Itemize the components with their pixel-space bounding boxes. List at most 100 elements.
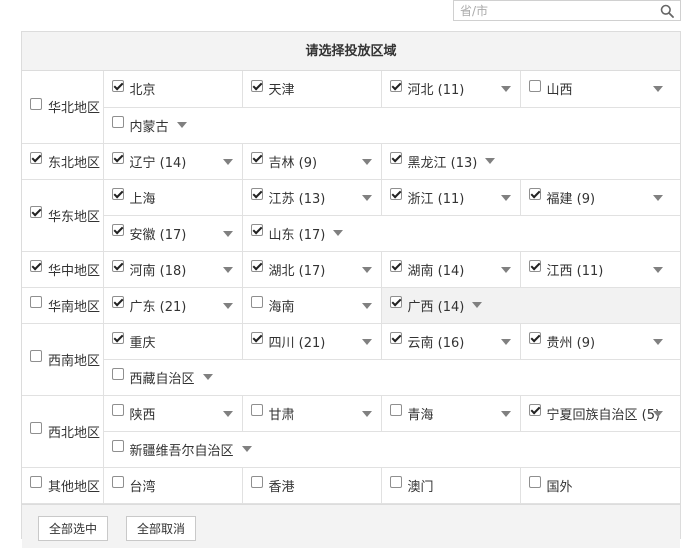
province-checkbox[interactable] (250, 260, 263, 272)
province-item[interactable]: 上海 (104, 180, 243, 215)
dropdown-arrow-icon[interactable] (361, 158, 372, 165)
province-checkbox[interactable] (528, 188, 541, 200)
province-checkbox[interactable] (389, 332, 402, 344)
region-item[interactable]: 华中地区 (22, 252, 103, 287)
select-all-button[interactable]: 全部选中 (38, 515, 109, 541)
province-checkbox[interactable] (389, 260, 402, 272)
region-checkbox[interactable] (30, 97, 42, 110)
deselect-all-button[interactable]: 全部取消 (126, 515, 197, 541)
province-checkbox[interactable] (389, 188, 402, 200)
province-checkbox[interactable] (111, 368, 124, 380)
province-checkbox[interactable] (389, 476, 402, 488)
province-checkbox[interactable] (111, 440, 124, 452)
dropdown-arrow-icon[interactable] (500, 338, 511, 345)
region-checkbox[interactable] (30, 296, 42, 308)
province-item[interactable]: 江苏 (13) (243, 180, 382, 215)
province-checkbox[interactable] (250, 404, 263, 416)
province-item[interactable]: 国外 (521, 468, 681, 503)
province-checkbox[interactable] (111, 224, 124, 236)
province-item[interactable]: 北京 (104, 71, 243, 106)
province-checkbox[interactable] (250, 152, 263, 164)
province-checkbox[interactable] (250, 224, 263, 236)
region-item[interactable]: 其他地区 (22, 468, 103, 503)
dropdown-arrow-icon[interactable] (500, 86, 511, 93)
province-item[interactable]: 澳门 (382, 468, 521, 503)
province-checkbox[interactable] (250, 476, 263, 488)
region-item[interactable]: 西南地区 (22, 342, 103, 377)
province-item[interactable]: 山东 (17) (243, 216, 382, 251)
province-item[interactable]: 西藏自治区 (104, 360, 243, 395)
dropdown-arrow-icon[interactable] (361, 194, 372, 201)
province-checkbox[interactable] (250, 332, 263, 344)
province-item[interactable]: 陕西 (104, 396, 243, 431)
province-checkbox[interactable] (250, 296, 263, 308)
dropdown-arrow-icon[interactable] (222, 302, 233, 309)
province-item[interactable]: 浙江 (11) (382, 180, 521, 215)
province-checkbox[interactable] (111, 152, 124, 164)
province-item[interactable]: 山西 (521, 71, 681, 106)
province-checkbox[interactable] (528, 476, 541, 488)
province-checkbox[interactable] (111, 116, 124, 128)
province-checkbox[interactable] (250, 79, 263, 92)
region-checkbox[interactable] (30, 260, 42, 272)
dropdown-arrow-icon[interactable] (500, 266, 511, 273)
province-item[interactable]: 黑龙江 (13) (382, 144, 521, 179)
region-item[interactable]: 华东地区 (22, 198, 103, 233)
province-item[interactable]: 吉林 (9) (243, 144, 382, 179)
search-input[interactable] (454, 1, 649, 20)
province-item[interactable]: 新疆维吾尔自治区 (104, 432, 252, 467)
dropdown-arrow-icon[interactable] (485, 158, 496, 164)
dropdown-arrow-icon[interactable] (176, 122, 187, 128)
province-item[interactable]: 香港 (243, 468, 382, 503)
dropdown-arrow-icon[interactable] (361, 302, 372, 309)
dropdown-arrow-icon[interactable] (333, 230, 344, 236)
province-checkbox[interactable] (111, 188, 124, 200)
region-checkbox[interactable] (30, 422, 42, 434)
province-checkbox[interactable] (528, 332, 541, 344)
province-item[interactable]: 内蒙古 (104, 108, 243, 143)
province-item[interactable]: 安徽 (17) (104, 216, 243, 251)
province-checkbox[interactable] (111, 404, 124, 416)
province-item[interactable]: 辽宁 (14) (104, 144, 243, 179)
province-checkbox[interactable] (528, 260, 541, 272)
province-checkbox[interactable] (111, 79, 124, 92)
dropdown-arrow-icon[interactable] (472, 302, 483, 308)
dropdown-arrow-icon[interactable] (652, 410, 663, 417)
province-item[interactable]: 河北 (11) (382, 71, 521, 106)
dropdown-arrow-icon[interactable] (222, 158, 233, 165)
region-item[interactable]: 华北地区 (22, 89, 103, 124)
dropdown-arrow-icon[interactable] (361, 266, 372, 273)
region-checkbox[interactable] (30, 152, 42, 164)
province-item[interactable]: 湖北 (17) (243, 252, 382, 287)
province-checkbox[interactable] (389, 79, 402, 92)
search-icon[interactable] (660, 4, 674, 18)
province-item[interactable]: 福建 (9) (521, 180, 681, 215)
province-checkbox[interactable] (389, 152, 402, 164)
province-item[interactable]: 贵州 (9) (521, 324, 681, 359)
dropdown-arrow-icon[interactable] (202, 374, 213, 380)
dropdown-arrow-icon[interactable] (222, 230, 233, 237)
region-checkbox[interactable] (30, 350, 42, 362)
province-checkbox[interactable] (250, 188, 263, 200)
dropdown-arrow-icon[interactable] (500, 410, 511, 417)
province-checkbox[interactable] (111, 332, 124, 344)
dropdown-arrow-icon[interactable] (222, 410, 233, 417)
province-item[interactable]: 四川 (21) (243, 324, 382, 359)
region-item[interactable]: 东北地区 (22, 144, 103, 179)
province-item[interactable]: 广东 (21) (104, 288, 243, 323)
province-checkbox[interactable] (111, 296, 124, 308)
dropdown-arrow-icon[interactable] (361, 338, 372, 345)
province-item[interactable]: 海南 (243, 288, 382, 323)
province-item[interactable]: 广西 (14) (382, 288, 521, 323)
province-item[interactable]: 甘肃 (243, 396, 382, 431)
dropdown-arrow-icon[interactable] (652, 266, 663, 273)
province-checkbox[interactable] (528, 404, 541, 416)
province-item[interactable]: 青海 (382, 396, 521, 431)
dropdown-arrow-icon[interactable] (222, 266, 233, 273)
province-checkbox[interactable] (528, 79, 541, 92)
province-checkbox[interactable] (389, 404, 402, 416)
province-item[interactable]: 湖南 (14) (382, 252, 521, 287)
dropdown-arrow-icon[interactable] (652, 86, 663, 93)
dropdown-arrow-icon[interactable] (500, 194, 511, 201)
province-item[interactable]: 云南 (16) (382, 324, 521, 359)
